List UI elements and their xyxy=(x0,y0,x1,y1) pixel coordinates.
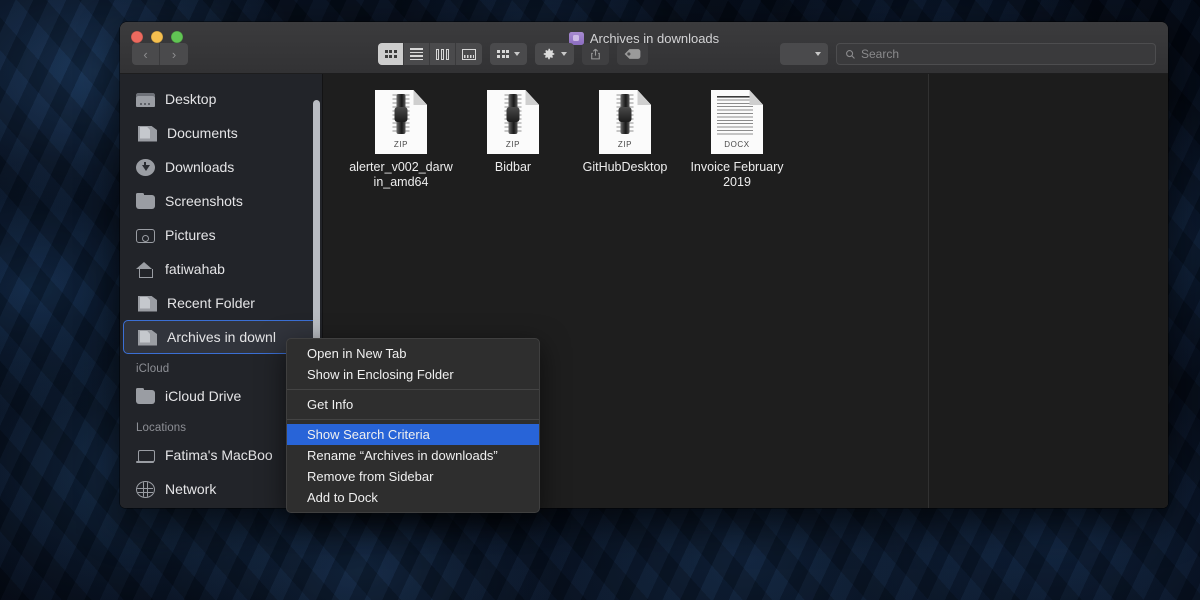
tag-icon xyxy=(624,49,641,59)
window-body: Desktop Documents Downloads Screenshots … xyxy=(120,74,1168,508)
view-mode-group xyxy=(378,43,482,65)
zip-file-icon: ZIP xyxy=(487,90,539,154)
search-icon xyxy=(846,49,855,59)
sidebar-item-label: Fatima's MacBoo xyxy=(165,447,273,463)
menu-separator xyxy=(287,419,539,420)
zip-file-icon: ZIP xyxy=(375,90,427,154)
chevron-down-icon xyxy=(561,52,567,56)
arrange-icon xyxy=(497,50,509,58)
window-titlebar[interactable]: Archives in downloads ‹ › Search xyxy=(120,22,1168,74)
icon-view-button[interactable] xyxy=(378,43,404,65)
sidebar-item-fatiwahab[interactable]: fatiwahab xyxy=(120,252,322,286)
sidebar-item-desktop[interactable]: Desktop xyxy=(120,82,322,116)
share-icon xyxy=(591,48,600,60)
search-placeholder-text: Search xyxy=(861,47,900,61)
sidebar-scrollbar[interactable] xyxy=(313,100,320,358)
context-menu: Open in New Tab Show in Enclosing Folder… xyxy=(286,338,540,513)
share-button[interactable] xyxy=(582,43,609,65)
gallery-view-button[interactable] xyxy=(456,43,482,65)
zip-file-icon: ZIP xyxy=(599,90,651,154)
menu-separator xyxy=(287,389,539,390)
search-input[interactable]: Search xyxy=(836,43,1156,65)
desktop-icon xyxy=(136,93,155,107)
tag-button[interactable] xyxy=(617,43,648,65)
toolbar: ‹ › Search xyxy=(120,40,1168,68)
laptop-icon xyxy=(136,449,155,463)
preview-pane xyxy=(928,74,1168,508)
sidebar-item-label: Recent Folder xyxy=(167,295,255,311)
network-icon xyxy=(136,480,155,498)
file-name: GitHubDesktop xyxy=(582,160,668,174)
action-button[interactable] xyxy=(535,43,574,65)
forward-button[interactable]: › xyxy=(160,43,188,65)
file-item[interactable]: ZIP GitHubDesktop xyxy=(569,88,681,190)
file-item[interactable]: ZIP Bidbar xyxy=(457,88,569,190)
home-icon xyxy=(136,262,155,278)
icon-view-icon xyxy=(384,50,397,58)
arrange-button[interactable] xyxy=(490,43,527,65)
downloads-icon xyxy=(136,158,155,176)
folder-icon xyxy=(136,387,155,404)
finder-window: Archives in downloads ‹ › Search Desktop… xyxy=(120,22,1168,508)
menu-item-show-in-enclosing-folder[interactable]: Show in Enclosing Folder xyxy=(287,364,539,385)
sidebar-item-label: Archives in downl xyxy=(167,329,276,345)
menu-item-remove-from-sidebar[interactable]: Remove from Sidebar xyxy=(287,466,539,487)
sidebar-item-downloads[interactable]: Downloads xyxy=(120,150,322,184)
sidebar-item-label: Network xyxy=(165,481,217,497)
file-extension: ZIP xyxy=(393,140,409,149)
file-item[interactable]: ZIP alerter_v002_darwin_amd64 xyxy=(345,88,457,190)
sidebar-item-pictures[interactable]: Pictures xyxy=(120,218,322,252)
file-extension: ZIP xyxy=(617,140,633,149)
column-view-icon xyxy=(436,48,449,60)
file-name: Bidbar xyxy=(494,160,532,174)
chevron-down-icon xyxy=(514,52,520,56)
sidebar-item-label: iCloud Drive xyxy=(165,388,242,404)
file-name: Invoice February 2019 xyxy=(690,160,784,189)
sidebar-item-label: Documents xyxy=(167,125,238,141)
sidebar-item-label: Screenshots xyxy=(165,193,243,209)
smart-folder-icon xyxy=(138,295,157,312)
menu-item-get-info[interactable]: Get Info xyxy=(287,394,539,415)
chevron-down-icon xyxy=(815,52,821,56)
sidebar-item-documents[interactable]: Documents xyxy=(120,116,322,150)
menu-item-rename[interactable]: Rename “Archives in downloads” xyxy=(287,445,539,466)
sidebar-item-screenshots[interactable]: Screenshots xyxy=(120,184,322,218)
file-name: alerter_v002_darwin_amd64 xyxy=(349,160,453,189)
folder-icon xyxy=(136,192,155,209)
file-item[interactable]: DOCX Invoice February 2019 xyxy=(681,88,793,190)
gear-icon xyxy=(543,48,555,60)
sidebar-item-label: Downloads xyxy=(165,159,235,175)
sidebar-item-label: fatiwahab xyxy=(165,261,225,277)
list-view-icon xyxy=(410,48,423,60)
search-scope-dropdown[interactable] xyxy=(780,43,828,65)
docx-file-icon: DOCX xyxy=(711,90,763,154)
list-view-button[interactable] xyxy=(404,43,430,65)
smart-folder-icon xyxy=(138,329,157,346)
sidebar-item-recent-folder[interactable]: Recent Folder xyxy=(120,286,322,320)
nav-buttons: ‹ › xyxy=(132,43,188,65)
back-button[interactable]: ‹ xyxy=(132,43,160,65)
menu-item-open-in-new-tab[interactable]: Open in New Tab xyxy=(287,343,539,364)
column-view-button[interactable] xyxy=(430,43,456,65)
documents-icon xyxy=(138,125,157,142)
menu-item-show-search-criteria[interactable]: Show Search Criteria xyxy=(287,424,539,445)
file-extension: ZIP xyxy=(505,140,521,149)
sidebar-item-label: Desktop xyxy=(165,91,217,107)
file-extension: DOCX xyxy=(724,140,750,149)
sidebar-item-label: Pictures xyxy=(165,227,216,243)
gallery-view-icon xyxy=(462,48,476,60)
menu-item-add-to-dock[interactable]: Add to Dock xyxy=(287,487,539,508)
pictures-icon xyxy=(136,229,155,243)
